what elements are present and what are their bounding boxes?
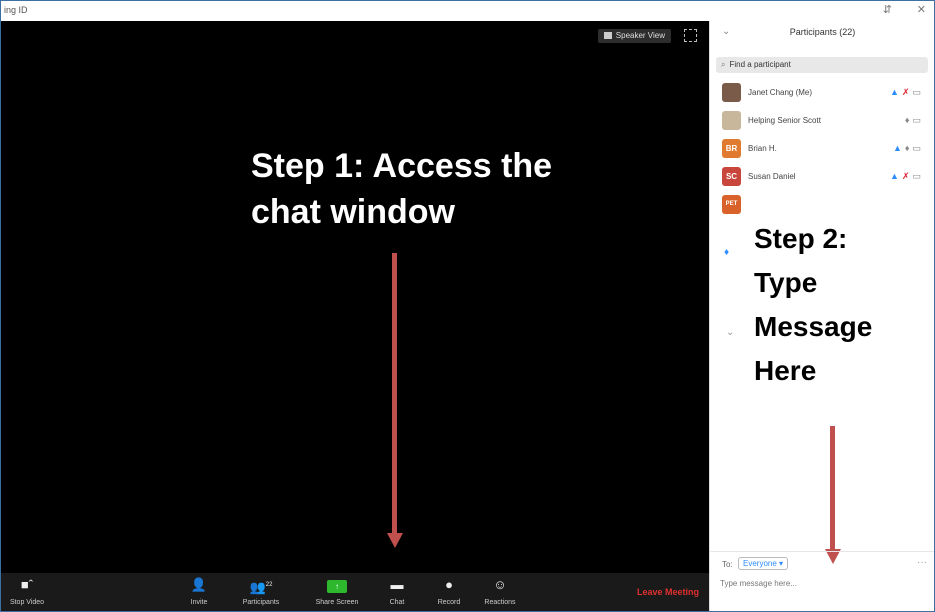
avatar: SC [722, 167, 741, 186]
invite-label: Invite [190, 599, 208, 606]
participant-row[interactable]: Helping Senior Scott ♦▭ [722, 111, 928, 133]
camera-icon: ▭ [912, 171, 924, 181]
meeting-toolbar: ■ˆ Stop Video 👤 Invite 👥22 Participants … [1, 573, 709, 611]
speaker-view-button[interactable]: Speaker View [597, 29, 671, 43]
participant-row[interactable]: PET [722, 195, 928, 217]
arrow-head-chat [386, 533, 403, 548]
step2-line4: Here [754, 355, 817, 386]
share-screen-button[interactable]: ↑ Share Screen [309, 577, 365, 606]
participant-row[interactable]: BR Brian H. ▲♦▭ [722, 139, 928, 161]
step1-line1: Step 1: Access the [251, 147, 553, 185]
step1-line2: chat window [251, 193, 455, 231]
leave-meeting-button[interactable]: Leave Meeting [637, 587, 699, 597]
camera-icon: ▭ [912, 143, 924, 153]
avatar: BR [722, 139, 741, 158]
record-button[interactable]: ● Record [429, 577, 469, 606]
participant-status-icons: ▲✗▭ [890, 171, 924, 181]
avatar [722, 83, 741, 102]
record-label: Record [437, 599, 461, 606]
step2-line2: Type [754, 267, 818, 298]
zoom-window: ing ID ⇵ ✕ Speaker View Step 1: Access t… [0, 0, 935, 612]
video-camera-icon: ■ˆ [20, 577, 34, 592]
reactions-icon: ☺ [493, 577, 507, 592]
participant-status-icons: ♦▭ [905, 115, 924, 126]
recipient-value: Everyone [743, 559, 777, 568]
reactions-button[interactable]: ☺ Reactions [475, 577, 525, 606]
chat-button[interactable]: ▬ Chat [379, 577, 415, 606]
step1-annotation: Step 1: Access the chat window [251, 143, 552, 235]
participants-icon: 👥22 [249, 579, 273, 595]
more-icon[interactable]: ··· [917, 557, 927, 568]
participant-status-icons: ▲♦▭ [892, 143, 924, 153]
to-label: To: [722, 560, 733, 569]
chat-label: Chat [389, 599, 405, 606]
invite-button[interactable]: 👤 Invite [179, 577, 219, 606]
recipient-select[interactable]: Everyone ▾ [738, 557, 789, 570]
speaker-view-label: Speaker View [615, 31, 665, 40]
avatar: PET [722, 195, 741, 214]
record-icon: ● [445, 577, 453, 592]
participant-name: Janet Chang (Me) [748, 88, 813, 97]
search-icon: ⌕ [721, 60, 726, 69]
participants-button[interactable]: 👥22 Participants [235, 577, 287, 606]
stop-video-label: Stop Video [9, 599, 45, 606]
participants-title: Participants (22) [789, 27, 856, 37]
participant-name: Susan Daniel [748, 172, 796, 181]
audio-icon: ♦ [724, 247, 730, 258]
reactions-label: Reactions [484, 599, 516, 606]
share-screen-icon: ↑ [309, 577, 365, 593]
expand-icon[interactable]: ⌄ [726, 327, 734, 338]
search-placeholder: Find a participant [729, 60, 791, 69]
add-user-icon: 👤 [190, 577, 208, 592]
camera-icon: ▭ [912, 87, 924, 97]
participant-name: Helping Senior Scott [748, 116, 821, 125]
title-bar: ing ID ⇵ ✕ [1, 1, 934, 21]
chat-message-input[interactable] [720, 576, 920, 590]
participants-label: Participants [242, 599, 280, 606]
participant-row[interactable]: SC Susan Daniel ▲✗▭ [722, 167, 928, 189]
avatar [722, 111, 741, 130]
close-icon[interactable]: ✕ [917, 3, 926, 16]
participant-search[interactable]: ⌕ Find a participant [716, 57, 928, 73]
step2-line1: Step 2: [754, 223, 848, 254]
participants-count-badge: 22 [265, 582, 273, 588]
share-screen-label: Share Screen [315, 599, 359, 606]
mic-muted-icon: ✗ [901, 87, 913, 97]
camera-icon: ▭ [912, 115, 924, 125]
grid-icon [603, 32, 612, 39]
participant-name: Brian H. [748, 144, 777, 153]
window-title: ing ID [4, 5, 28, 15]
chat-icon: ▬ [390, 577, 404, 592]
participants-panel: ⌄ Participants (22) ⌕ Find a participant … [709, 21, 934, 611]
participant-row[interactable]: Janet Chang (Me) ▲✗▭ [722, 83, 928, 105]
chat-compose: To: Everyone ▾ ··· [710, 551, 934, 611]
stop-video-button[interactable]: ■ˆ Stop Video [3, 577, 51, 606]
arrow-to-message [830, 426, 835, 551]
mic-muted-icon: ✗ [901, 171, 913, 181]
step2-annotation: Step 2: Type Message Here [754, 217, 932, 393]
participant-status-icons: ▲✗▭ [890, 87, 924, 97]
video-area: Speaker View Step 1: Access the chat win… [1, 21, 709, 573]
arrow-to-chat [392, 253, 397, 535]
step2-line3: Message [754, 311, 873, 342]
popout-icon[interactable]: ⇵ [883, 3, 892, 16]
fullscreen-icon[interactable] [684, 29, 697, 42]
